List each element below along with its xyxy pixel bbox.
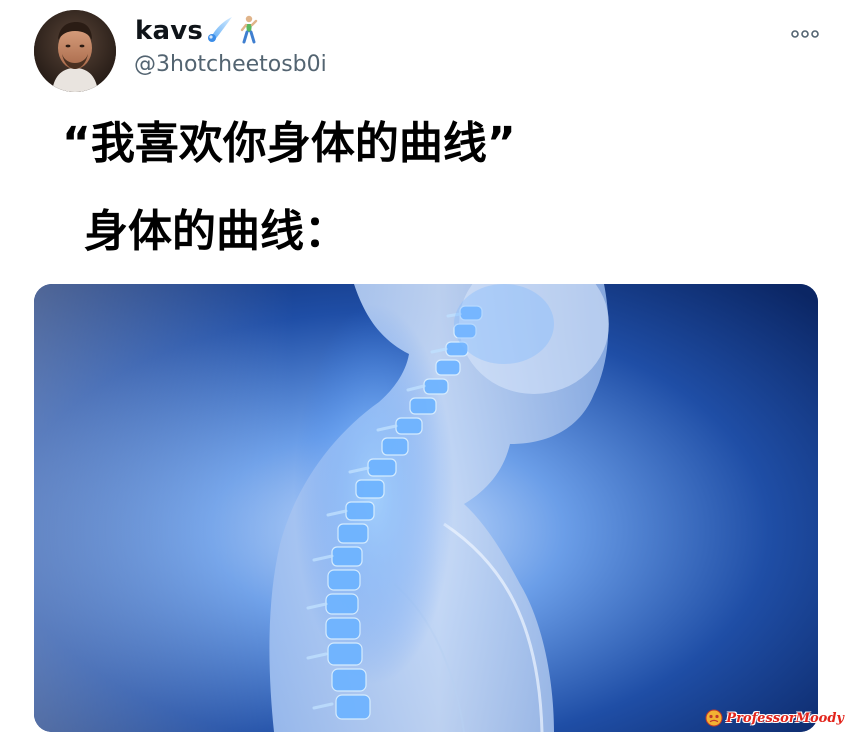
avatar-photo <box>34 10 116 92</box>
tweet-text-line-2: 身体的曲线： <box>84 206 348 257</box>
author-handle[interactable]: @3hotcheetosb0i <box>134 52 327 77</box>
author-name-row[interactable]: kavs <box>135 14 261 48</box>
more-options-icon <box>791 30 819 38</box>
comet-icon <box>205 14 235 48</box>
avatar[interactable] <box>34 10 116 92</box>
watermark: ProfessorMoody <box>705 709 844 727</box>
more-options-button[interactable] <box>788 24 822 44</box>
moody-face-icon <box>705 709 723 727</box>
watermark-text: ProfessorMoody <box>726 710 844 726</box>
person-walking-icon <box>237 14 261 48</box>
spine-illustration <box>34 284 818 732</box>
tweet-text-line-1: “我喜欢你身体的曲线” <box>62 118 516 169</box>
display-name[interactable]: kavs <box>135 16 203 46</box>
tweet-media-image[interactable] <box>34 284 818 732</box>
